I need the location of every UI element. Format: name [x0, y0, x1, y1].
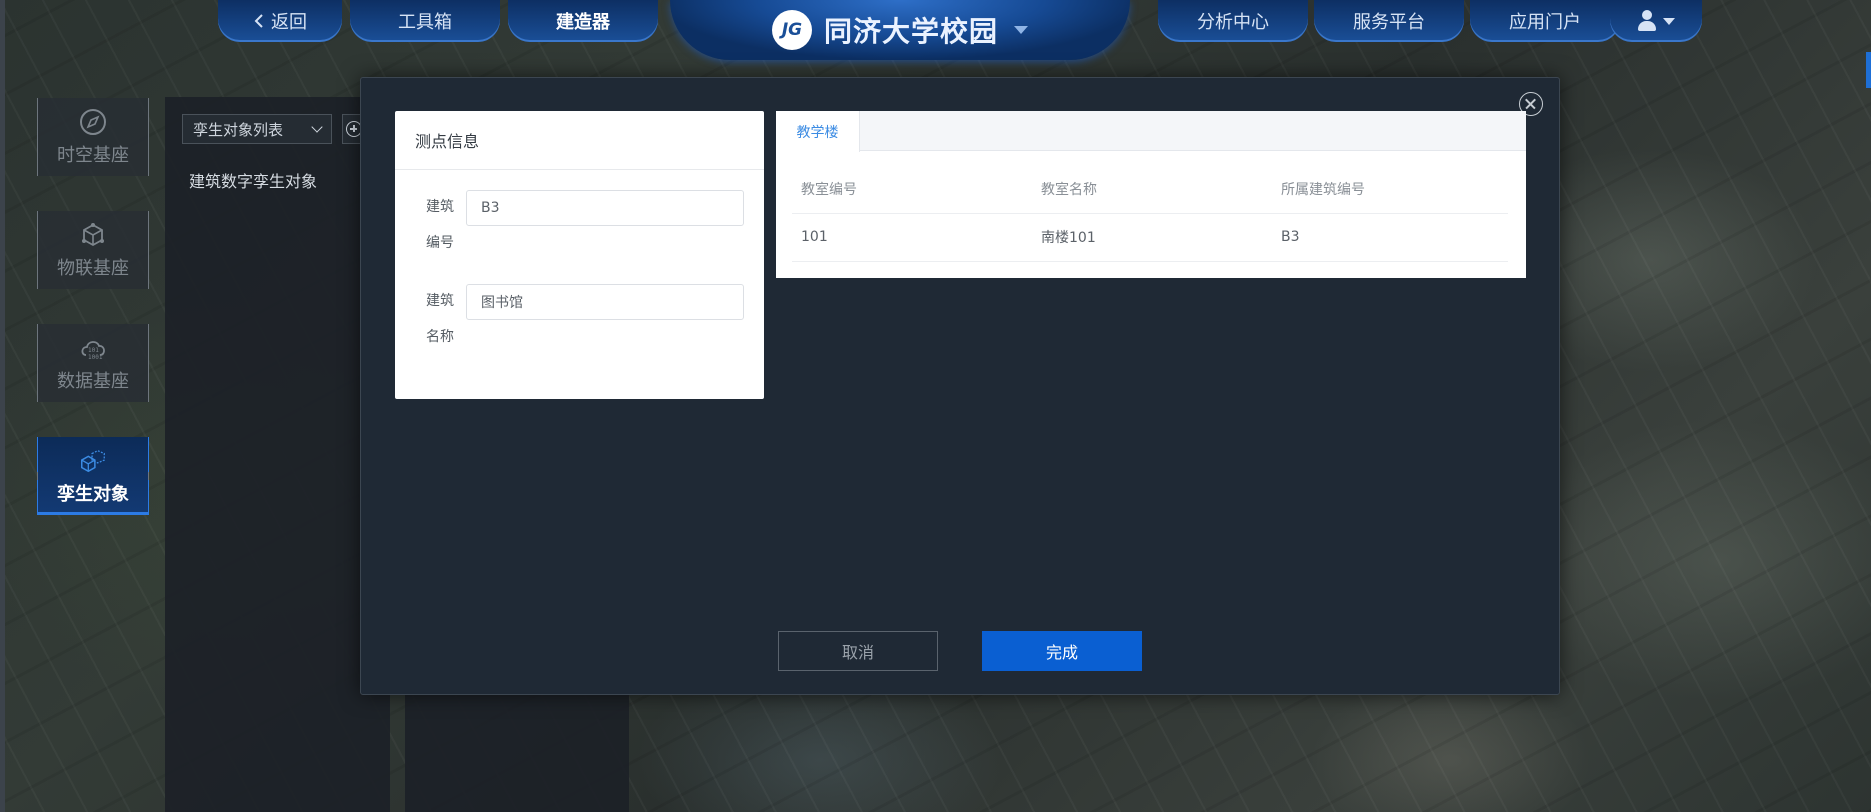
campus-title-selector[interactable]: JG 同济大学校园 [670, 0, 1130, 60]
leftnav-label: 孪生对象 [57, 484, 129, 505]
data-cloud-icon: 101 1001 [78, 333, 108, 363]
service-label: 服务平台 [1353, 12, 1425, 33]
analysis-label: 分析中心 [1197, 12, 1269, 33]
user-menu-button[interactable] [1610, 0, 1702, 42]
tab-teaching-building[interactable]: 教学楼 [776, 111, 860, 152]
logo-text: JG [781, 20, 803, 40]
twin-cubes-icon [78, 446, 108, 476]
service-platform-tab[interactable]: 服务平台 [1314, 0, 1464, 42]
cancel-button[interactable]: 取消 [778, 631, 938, 671]
table-cell: 101 [792, 213, 1032, 262]
classroom-table: 教室编号 教室名称 所属建筑编号 101 南楼101 B3 [792, 165, 1508, 262]
chevron-down-icon [311, 121, 323, 133]
svg-text:101: 101 [88, 347, 99, 354]
builder-tab[interactable]: 建造器 [508, 0, 658, 42]
building-code-input[interactable] [466, 190, 744, 226]
builder-label: 建造器 [556, 12, 610, 33]
compass-icon [78, 107, 108, 137]
building-name-input[interactable] [466, 284, 744, 320]
info-card-title: 测点信息 [395, 111, 764, 170]
svg-text:1001: 1001 [88, 354, 103, 361]
toolbox-label: 工具箱 [398, 12, 452, 33]
back-label: 返回 [271, 12, 307, 33]
leftnav-twin-object[interactable]: 孪生对象 [37, 437, 149, 515]
object-list-select[interactable]: 孪生对象列表 [182, 114, 332, 144]
tab-strip: 教学楼 [776, 111, 1526, 152]
iot-cube-icon [78, 220, 108, 250]
object-list-panel [165, 97, 390, 812]
back-button[interactable]: 返回 [218, 0, 342, 42]
building-code-label: 建筑编号 [426, 199, 454, 251]
table-cell: B3 [1272, 213, 1508, 262]
table-header-row: 教室编号 教室名称 所属建筑编号 [792, 165, 1508, 214]
classroom-table-card: 教学楼 教室编号 教室名称 所属建筑编号 101 南楼101 B3 [776, 111, 1526, 278]
leftnav-label: 数据基座 [57, 371, 129, 392]
column-header: 教室名称 [1032, 165, 1272, 214]
caret-down-icon [1663, 17, 1675, 25]
tree-node-building-twin[interactable]: 建筑数字孪生对象 [189, 168, 317, 192]
chevron-left-icon [254, 14, 263, 28]
leftnav-spatiotemporal[interactable]: 时空基座 [37, 98, 149, 176]
measure-point-info-card: 测点信息 建筑编号 建筑名称 [395, 111, 764, 399]
table-cell: 南楼101 [1032, 213, 1272, 262]
portal-label: 应用门户 [1509, 12, 1581, 33]
toolbox-tab[interactable]: 工具箱 [350, 0, 500, 42]
leftnav-label: 时空基座 [57, 145, 129, 166]
leftnav-data[interactable]: 101 1001 数据基座 [37, 324, 149, 402]
leftnav-label: 物联基座 [57, 258, 129, 279]
tongji-logo-icon: JG [771, 10, 812, 50]
select-value: 孪生对象列表 [193, 120, 284, 139]
user-icon [1637, 10, 1657, 32]
app-portal-tab[interactable]: 应用门户 [1470, 0, 1620, 42]
building-name-label: 建筑名称 [426, 293, 454, 345]
analysis-center-tab[interactable]: 分析中心 [1158, 0, 1308, 42]
table-row[interactable]: 101 南楼101 B3 [792, 213, 1508, 262]
leftnav-iot[interactable]: 物联基座 [37, 211, 149, 289]
caret-down-icon [1014, 26, 1028, 34]
column-header: 教室编号 [792, 165, 1032, 214]
campus-title: 同济大学校园 [823, 15, 998, 48]
column-header: 所属建筑编号 [1272, 165, 1508, 214]
left-edge-bar [0, 0, 5, 812]
top-navigation: 返回 工具箱 建造器 JG 同济大学校园 分析中心 服务平台 应用门户 [0, 0, 1871, 60]
done-button[interactable]: 完成 [982, 631, 1142, 671]
